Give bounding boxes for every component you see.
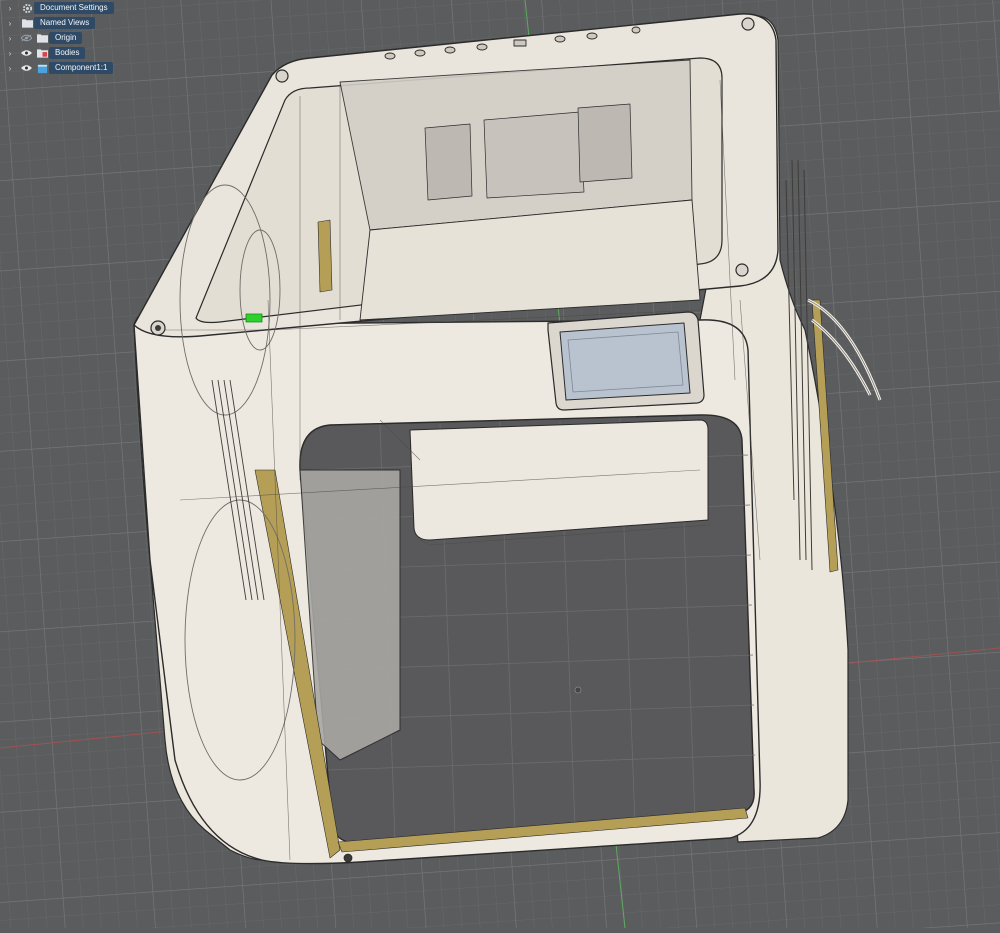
chevron-right-icon[interactable]: › [6,16,14,30]
bolt-back-right [741,17,755,31]
gear-icon [20,1,34,15]
browser-item-origin[interactable]: › Origin [0,31,180,45]
folder-icon [20,16,34,30]
bolt-back-left [275,69,289,83]
inner-wall-panel [409,419,709,541]
browser-item-label: Document Settings [34,2,114,14]
gold-rail-top [317,219,333,293]
folder-icon [35,31,49,45]
chevron-right-icon[interactable]: › [6,61,14,75]
bodies-folder-icon [35,46,49,60]
back-bracket-3 [577,103,633,183]
bolt-bottom-left [343,853,353,863]
browser-item-label: Component1:1 [49,62,114,74]
browser-item-label: Origin [49,32,83,44]
chevron-right-icon[interactable]: › [6,46,14,60]
browser-item-label: Bodies [49,47,86,59]
chevron-right-icon[interactable]: › [6,1,14,15]
origin-point [574,686,582,694]
bolt-front-right [735,263,749,277]
printer-model [133,13,882,865]
component-icon [35,61,49,75]
selection-highlight [245,313,263,323]
browser-item-component[interactable]: › Component1:1 [0,61,180,75]
back-bracket-1 [424,123,473,201]
browser-item-bodies[interactable]: › Bodies [0,46,180,60]
browser-item-named-views[interactable]: › Named Views [0,16,180,30]
eye-icon[interactable] [20,61,32,75]
model-canvas[interactable] [0,0,1000,929]
eye-icon[interactable] [20,46,32,60]
browser-item-label: Named Views [34,17,96,29]
back-bracket-2 [483,111,585,199]
browser-item-document-settings[interactable]: › Document Settings [0,1,180,15]
chevron-right-icon[interactable]: › [6,31,14,45]
eye-hidden-icon[interactable] [20,31,32,45]
3d-viewport[interactable] [0,0,1000,929]
